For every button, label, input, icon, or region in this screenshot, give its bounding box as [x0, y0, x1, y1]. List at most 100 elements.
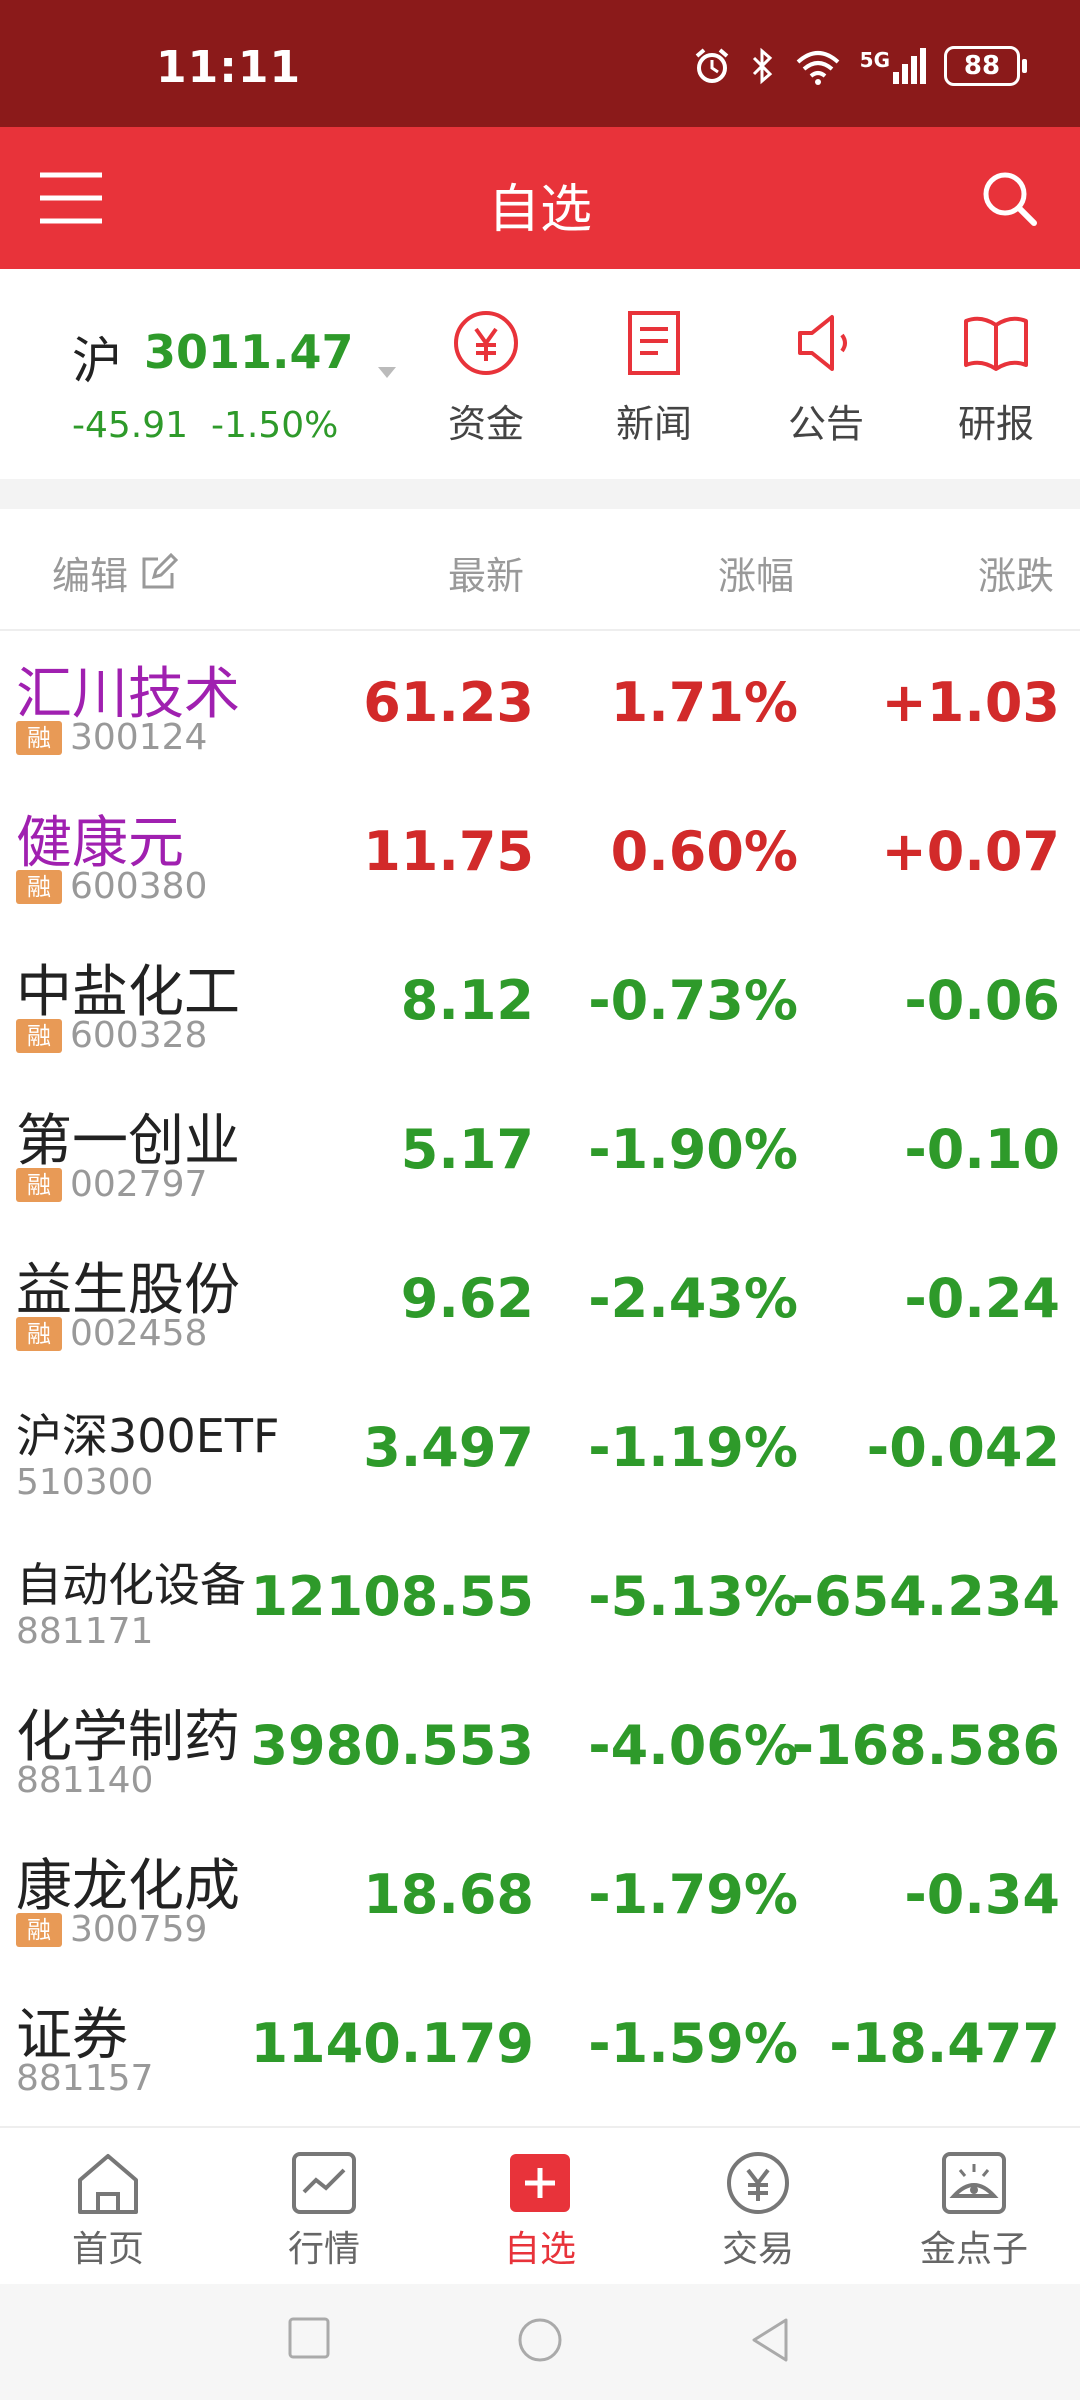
nav-bar: 自选	[0, 127, 1080, 269]
document-icon	[628, 311, 680, 375]
stock-name: 自动化设备	[16, 1558, 246, 1612]
index-panel[interactable]: 沪 3011.47 -45.91 -1.50% 资金 新闻 公告 研报	[0, 269, 1080, 479]
stock-code-line: 融 300759	[16, 1909, 207, 1950]
quick-action-news[interactable]: 新闻	[584, 309, 724, 448]
tab-watchlist[interactable]: 自选	[460, 2150, 620, 2272]
quick-action-label: 公告	[787, 402, 864, 446]
stock-code-line: 融 300124	[16, 717, 207, 758]
margin-badge: 融	[16, 1316, 62, 1351]
change-amount: +0.07	[881, 820, 1060, 883]
home-icon	[78, 2154, 138, 2214]
edit-label: 编辑	[52, 554, 129, 598]
chart-icon	[292, 2152, 356, 2214]
change-pct: -5.13%	[588, 1565, 798, 1628]
quick-action-label: 资金	[447, 402, 524, 446]
tab-ideas[interactable]: 金点子	[894, 2150, 1054, 2272]
tab-bar: 首页 行情 自选 交易 金点子	[0, 2126, 1080, 2286]
change-amount: -0.24	[904, 1267, 1060, 1330]
table-row[interactable]: 益生股份融 002458 9.62 -2.43% -0.24	[0, 1225, 1080, 1374]
status-icons: 5G 88	[692, 46, 1027, 86]
margin-badge: 融	[16, 1018, 62, 1053]
stock-code: 510300	[16, 1462, 154, 1503]
index-name: 沪	[72, 332, 122, 390]
table-row[interactable]: 第一创业融 002797 5.17 -1.90% -0.10	[0, 1076, 1080, 1225]
change-pct: -0.73%	[588, 969, 798, 1032]
change-pct: -1.90%	[588, 1118, 798, 1181]
tab-label: 行情	[287, 2229, 360, 2270]
stock-code-line: 融 002797	[16, 1164, 207, 1205]
latest-price: 18.68	[363, 1863, 534, 1926]
table-row[interactable]: 健康元融 600380 11.75 0.60% +0.07	[0, 778, 1080, 927]
alarm-icon	[695, 48, 728, 83]
back-icon[interactable]	[748, 2316, 792, 2364]
tab-label: 交易	[721, 2229, 794, 2270]
recent-apps-icon[interactable]	[287, 2316, 331, 2360]
stock-code: 881157	[16, 2058, 154, 2099]
edit-button[interactable]: 编辑	[52, 545, 179, 600]
book-icon	[964, 316, 1028, 371]
table-row[interactable]: 自动化设备 881171 12108.55 -5.13% -654.234	[0, 1523, 1080, 1672]
yuan-circle-icon	[727, 2152, 789, 2214]
plus-square-icon	[510, 2154, 570, 2212]
table-row[interactable]: 化学制药 881140 3980.553 -4.06% -168.586	[0, 1672, 1080, 1821]
tab-market[interactable]: 行情	[244, 2150, 404, 2272]
stock-code-line: 融 600328	[16, 1015, 207, 1056]
dropdown-arrow-icon[interactable]	[378, 367, 396, 378]
margin-badge: 融	[16, 869, 62, 904]
status-time: 11:11	[156, 42, 302, 93]
tab-trade[interactable]: 交易	[678, 2150, 838, 2272]
latest-price: 3.497	[363, 1416, 534, 1479]
table-row[interactable]: 中盐化工融 600328 8.12 -0.73% -0.06	[0, 927, 1080, 1076]
change-pct: 1.71%	[610, 671, 798, 734]
stock-code-line: 881140	[16, 1760, 153, 1801]
tab-label: 自选	[503, 2229, 576, 2270]
index-change-pct: -1.50%	[210, 405, 339, 446]
tab-label: 金点子	[919, 2229, 1028, 2270]
tab-home[interactable]: 首页	[28, 2150, 188, 2272]
index-change-abs: -45.91	[72, 405, 189, 446]
change-amount: -654.234	[791, 1565, 1060, 1628]
latest-price: 8.12	[400, 969, 534, 1032]
quick-action-label: 研报	[957, 402, 1034, 446]
stock-code: 002458	[70, 1313, 208, 1354]
column-header-latest[interactable]: 最新	[448, 545, 524, 600]
stock-code: 600328	[70, 1015, 208, 1056]
latest-price: 9.62	[400, 1267, 534, 1330]
change-amount: +1.03	[881, 671, 1060, 734]
table-row[interactable]: 康龙化成融 300759 18.68 -1.79% -0.34	[0, 1821, 1080, 1970]
margin-badge: 融	[16, 1912, 62, 1947]
change-pct: -1.59%	[588, 2012, 798, 2075]
yuan-circle-icon	[454, 311, 518, 375]
index-change: -45.91 -1.50%	[72, 405, 338, 446]
idea-icon	[942, 2152, 1006, 2214]
table-row[interactable]: 汇川技术融 300124 61.23 1.71% +1.03	[0, 629, 1080, 778]
search-icon[interactable]	[980, 169, 1038, 227]
stock-code: 002797	[70, 1164, 208, 1205]
change-amount: -0.042	[866, 1416, 1060, 1479]
margin-badge: 融	[16, 720, 62, 755]
stock-name: 沪深300ETF	[16, 1409, 280, 1463]
margin-badge: 融	[16, 1167, 62, 1202]
list-header: 编辑 最新 涨幅 涨跌	[0, 509, 1080, 631]
latest-price: 5.17	[400, 1118, 534, 1181]
stock-code-line: 881171	[16, 1611, 153, 1652]
change-pct: -4.06%	[588, 1714, 798, 1777]
change-pct: -2.43%	[588, 1267, 798, 1330]
column-header-change[interactable]: 涨跌	[978, 545, 1054, 600]
table-row[interactable]: 证券 881157 1140.179 -1.59% -18.477	[0, 1970, 1080, 2119]
wifi-icon	[796, 51, 839, 85]
home-button-icon[interactable]	[516, 2316, 564, 2364]
battery-icon: 88	[944, 46, 1027, 86]
edit-icon	[142, 552, 179, 588]
network-type: 5G	[859, 48, 890, 72]
quick-action-announcement[interactable]: 公告	[756, 309, 896, 448]
table-row[interactable]: 沪深300ETF 510300 3.497 -1.19% -0.042	[0, 1374, 1080, 1523]
signal-icon: 5G	[860, 48, 926, 84]
latest-price: 11.75	[363, 820, 534, 883]
quick-action-fund[interactable]: 资金	[416, 309, 556, 448]
latest-price: 3980.553	[250, 1714, 534, 1777]
change-amount: -0.10	[904, 1118, 1060, 1181]
quick-action-research[interactable]: 研报	[926, 309, 1066, 448]
stock-code: 300759	[70, 1909, 208, 1950]
column-header-pct[interactable]: 涨幅	[718, 545, 794, 600]
